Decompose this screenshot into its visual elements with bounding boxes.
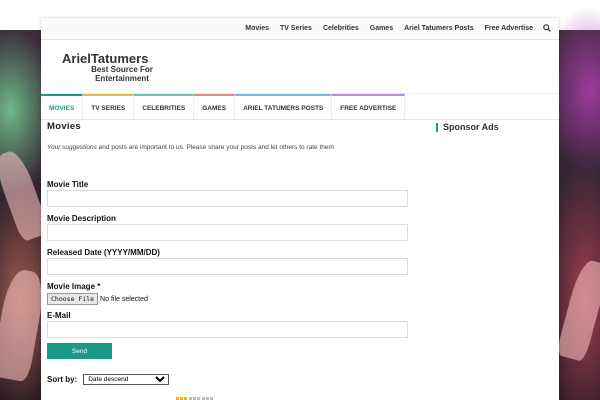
background-hand <box>555 257 600 363</box>
topbar-link-free-advertise[interactable]: Free Advertise <box>485 25 533 32</box>
sort-select[interactable]: Date descend <box>83 374 170 385</box>
movie-title-input[interactable] <box>47 190 408 207</box>
release-date-label: Released Date (YYYY/MM/DD) <box>47 248 160 257</box>
file-upload: Choose File No file selected <box>47 293 148 305</box>
movie-image-label: Movie Image * <box>47 282 101 291</box>
topbar-link-posts[interactable]: Ariel Tatumers Posts <box>404 25 474 32</box>
nav-item-tv-series[interactable]: TV SERIES <box>83 94 135 120</box>
movie-description-input[interactable] <box>47 224 408 241</box>
sort-bar: Sort by: Date descend <box>47 374 170 385</box>
intro-emphasis: Your suggestions <box>47 144 97 151</box>
top-bar: Movies TV Series Celebrities Games Ariel… <box>41 18 559 40</box>
site-tagline: Best Source For Entertainment <box>91 65 153 83</box>
page-container: Movies TV Series Celebrities Games Ariel… <box>41 18 559 400</box>
release-date-input[interactable] <box>47 258 408 275</box>
main-nav: MOVIES TV SERIES CELEBRITIES GAMES ARIEL… <box>41 94 559 120</box>
nav-item-movies[interactable]: MOVIES <box>41 94 84 120</box>
sidebar-title-accent <box>436 123 438 132</box>
email-label: E-Mail <box>47 311 71 320</box>
sort-label: Sort by: <box>47 375 78 384</box>
email-input[interactable] <box>47 321 408 338</box>
intro-text: Your suggestions and posts are important… <box>47 144 409 151</box>
nav-item-games[interactable]: GAMES <box>194 94 236 120</box>
site-header: ArielTatumers Best Source For Entertainm… <box>41 40 559 94</box>
nav-item-free-advertise[interactable]: FREE ADVERTISE <box>332 94 406 120</box>
nav-item-celebrities[interactable]: CELEBRITIES <box>134 94 195 120</box>
choose-file-button[interactable]: Choose File <box>47 293 99 305</box>
main-content: Movies Your suggestions and posts are im… <box>47 121 409 400</box>
movie-description-label: Movie Description <box>47 214 116 223</box>
file-status: No file selected <box>100 295 148 303</box>
topbar-link-movies[interactable]: Movies <box>245 25 269 32</box>
nav-item-posts[interactable]: ARIEL TATUMERS POSTS <box>235 94 333 120</box>
send-button[interactable]: Send <box>47 343 112 359</box>
intro-rest: and posts are important to us. Please sh… <box>96 144 334 151</box>
movie-title-label: Movie Title <box>47 180 89 189</box>
topbar-link-games[interactable]: Games <box>370 25 393 32</box>
search-icon[interactable] <box>543 23 551 34</box>
sidebar-title: Sponsor Ads <box>443 122 499 132</box>
topbar-link-celebrities[interactable]: Celebrities <box>323 25 359 32</box>
page-title: Movies <box>47 121 82 132</box>
site-title[interactable]: ArielTatumers <box>62 51 148 66</box>
topbar-link-tv-series[interactable]: TV Series <box>280 25 312 32</box>
